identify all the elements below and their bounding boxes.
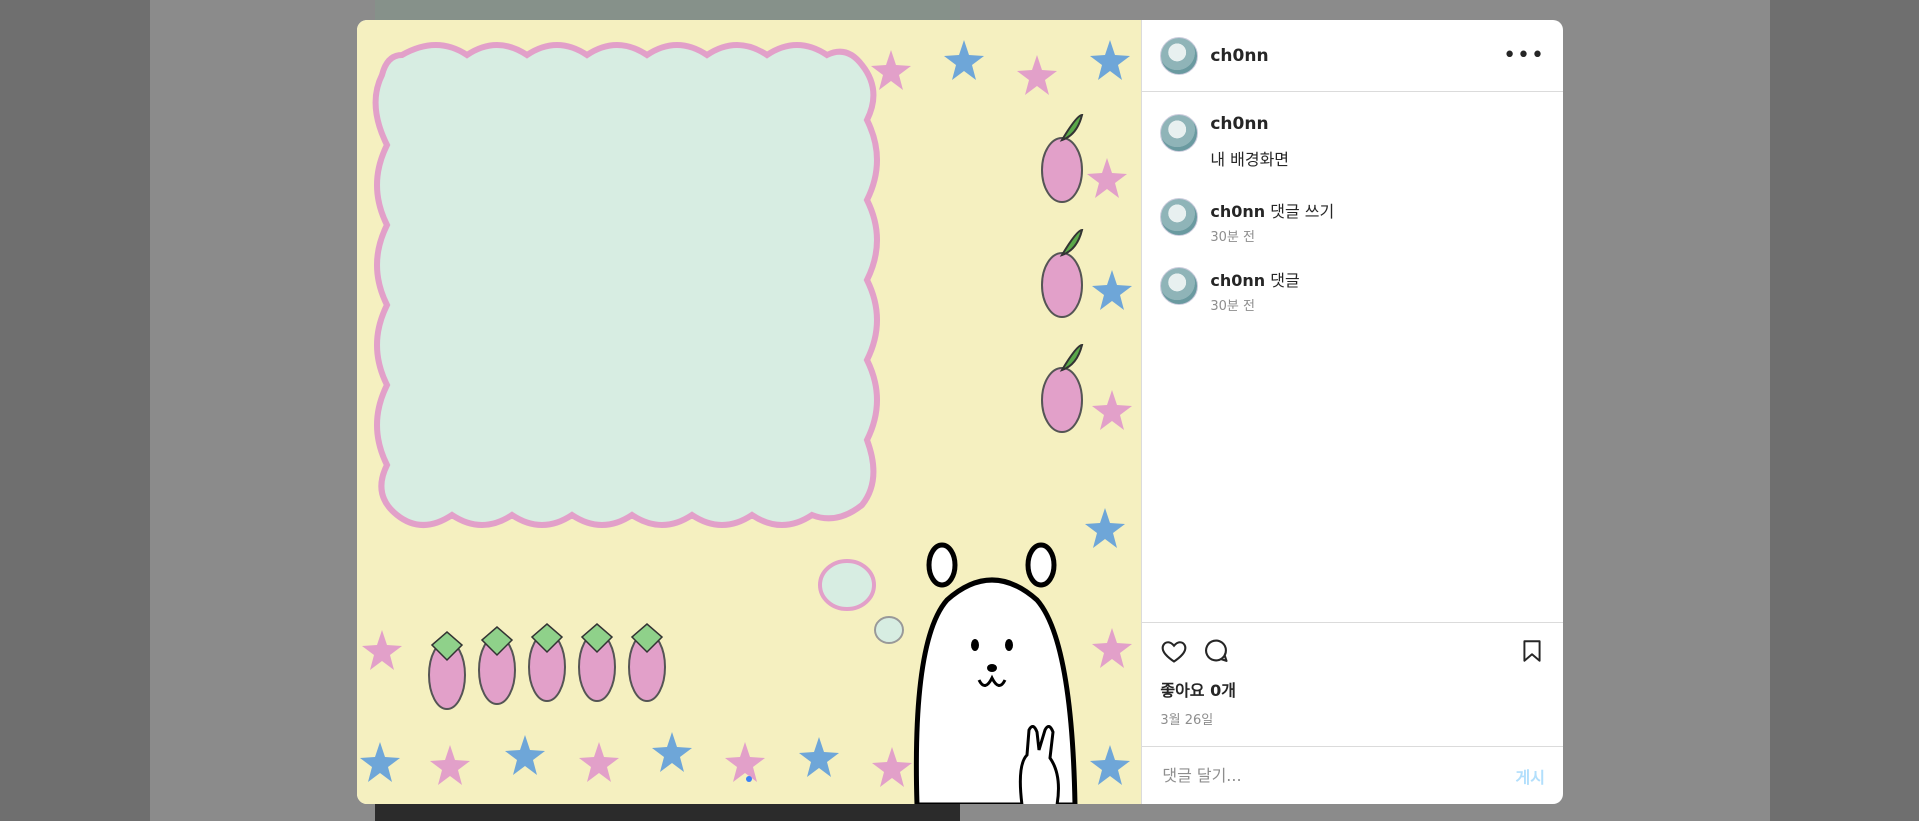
star-icon <box>1092 270 1132 310</box>
star-icon <box>362 630 402 670</box>
comment-input[interactable] <box>1160 765 1516 786</box>
post-header: ch0nn ••• <box>1142 20 1563 92</box>
comment-text: 댓글 <box>1270 271 1300 290</box>
comment-timestamp: 30분 전 <box>1210 299 1255 314</box>
post-actions: 좋아요 0개 3월 26일 <box>1142 622 1563 746</box>
add-comment-bar: 게시 <box>1142 746 1563 804</box>
ellipsis-icon[interactable]: ••• <box>1503 44 1545 67</box>
apple-icon <box>1041 343 1084 433</box>
star-icon <box>944 40 984 80</box>
star-icon <box>1092 390 1132 430</box>
star-icon <box>1087 158 1127 198</box>
star-icon <box>652 732 692 772</box>
post-author-username[interactable]: ch0nn <box>1210 46 1268 66</box>
thought-bubble-large <box>818 559 876 611</box>
apple-icon <box>1041 113 1084 203</box>
comment-row: ch0nn 댓글 쓰기 30분 전 <box>1160 198 1545 245</box>
star-icon <box>505 735 545 775</box>
like-count[interactable]: 좋아요 0개 <box>1160 677 1545 701</box>
avatar[interactable] <box>1160 114 1199 152</box>
comment-row: ch0nn 댓글 30분 전 <box>1160 267 1545 314</box>
star-icon <box>579 742 619 782</box>
thought-bubble-small <box>874 616 904 644</box>
star-icon <box>799 737 839 777</box>
star-icon <box>430 745 470 785</box>
caption-text: 내 배경화면 <box>1210 150 1290 169</box>
comment-username[interactable]: ch0nn <box>1210 271 1265 290</box>
post-comment-button[interactable]: 게시 <box>1516 764 1545 788</box>
caption-row: ch0nn 내 배경화면 <box>1160 114 1545 170</box>
star-icon <box>360 742 400 782</box>
avatar[interactable] <box>1160 198 1199 236</box>
strawberry-icon <box>528 623 566 702</box>
comment-list: ch0nn 내 배경화면 ch0nn 댓글 쓰기 30분 전 ch0nn 댓글 … <box>1142 92 1563 622</box>
post-date: 3월 26일 <box>1160 713 1214 728</box>
star-icon <box>1092 628 1132 668</box>
heart-icon[interactable] <box>1160 637 1188 665</box>
strawberry-icon <box>428 631 466 710</box>
star-icon <box>1085 508 1125 548</box>
wallpaper-illustration <box>360 40 1132 804</box>
avatar[interactable] <box>1160 36 1199 75</box>
bookmark-icon[interactable] <box>1519 637 1545 665</box>
apple-icon <box>1041 228 1084 318</box>
star-icon <box>725 742 765 782</box>
cloud-frame <box>372 42 880 528</box>
star-icon <box>1090 40 1130 80</box>
post-modal: ch0nn ••• ch0nn 내 배경화면 ch0nn 댓글 쓰기 30분 전 <box>357 20 1563 804</box>
post-sidebar: ch0nn ••• ch0nn 내 배경화면 ch0nn 댓글 쓰기 30분 전 <box>1141 20 1563 804</box>
strawberry-icon <box>578 623 616 702</box>
post-image[interactable] <box>357 20 1142 804</box>
strawberry-icon <box>478 626 516 705</box>
caption-username[interactable]: ch0nn <box>1210 114 1289 134</box>
comment-icon[interactable] <box>1202 637 1230 665</box>
strawberry-icon <box>628 623 666 702</box>
star-icon <box>1090 745 1130 785</box>
star-icon <box>1017 55 1057 95</box>
carousel-dot <box>746 776 752 782</box>
avatar[interactable] <box>1160 267 1199 305</box>
star-icon <box>871 50 911 90</box>
comment-text: 댓글 쓰기 <box>1270 202 1335 221</box>
star-icon <box>872 747 912 787</box>
bear-character <box>913 542 1078 804</box>
comment-username[interactable]: ch0nn <box>1210 202 1265 221</box>
comment-timestamp: 30분 전 <box>1210 230 1255 245</box>
